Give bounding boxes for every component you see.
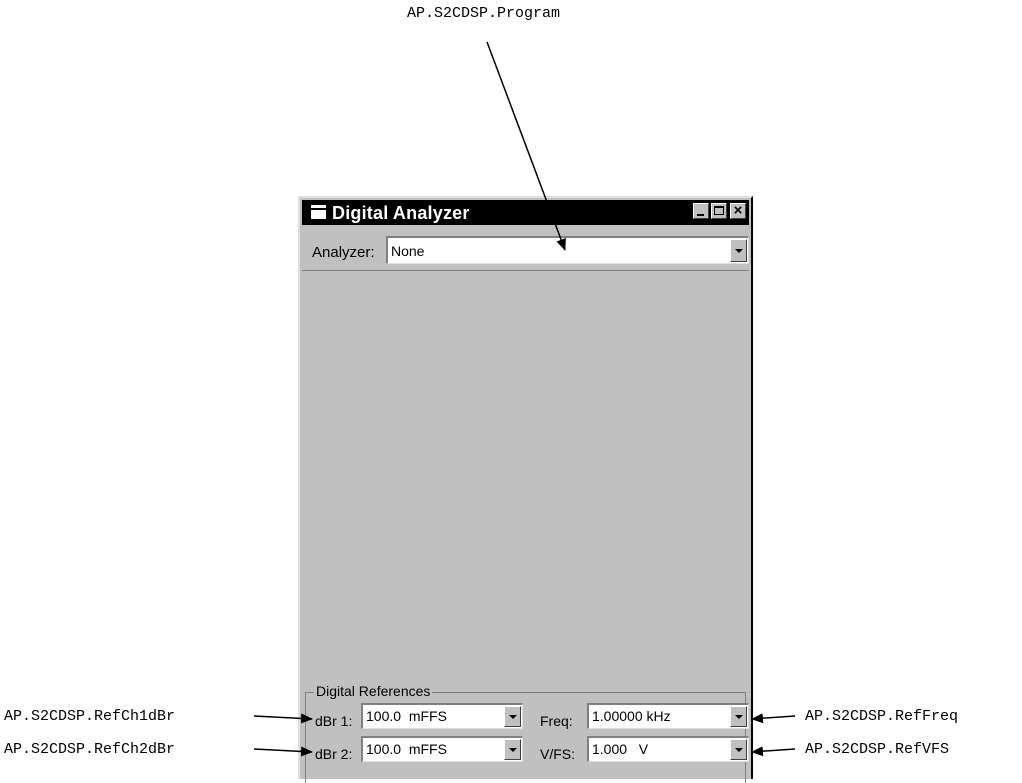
arrow-ref-vfs <box>751 746 796 757</box>
arrow-ref-freq <box>751 713 796 724</box>
arrow-ref-ch1-dbr <box>253 713 313 724</box>
arrow-program <box>486 41 566 251</box>
arrow-ref-ch2-dbr <box>253 746 313 757</box>
callout-arrows <box>253 41 796 757</box>
